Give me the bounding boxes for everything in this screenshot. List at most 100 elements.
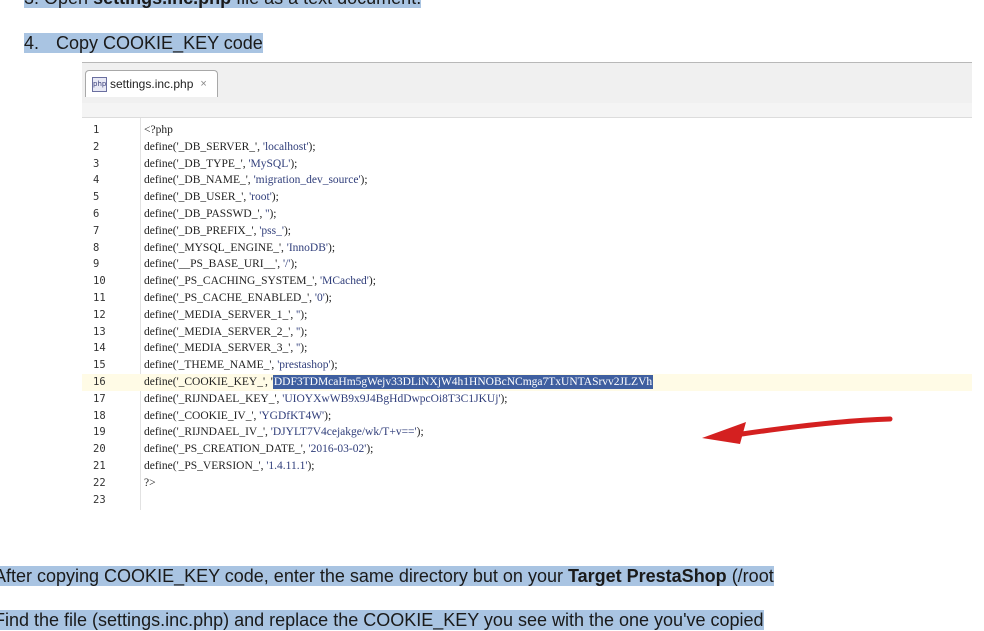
line-number: 21	[93, 460, 106, 472]
code-text: define('_RIJNDAEL_KEY_', 'UIOYXwWB9x9J4B…	[144, 391, 508, 408]
step-text: file as a text document.	[231, 0, 421, 8]
line-number: 6	[93, 208, 100, 220]
code-token: define('	[144, 208, 179, 220]
code-line[interactable]: 3 define('_DB_TYPE_', 'MySQL');	[82, 156, 972, 173]
code-token: );	[360, 174, 368, 187]
line-number: 23	[93, 493, 106, 506]
string-value: 'MySQL'	[248, 157, 291, 170]
arrow-head	[702, 422, 746, 444]
code-line[interactable]: 11 define('_PS_CACHE_ENABLED_', '0');	[82, 290, 972, 307]
code-token: ',	[262, 426, 271, 439]
code-text: define('_RIJNDAEL_IV_', 'DJYLT7V4cejakge…	[144, 424, 424, 441]
constant-name: __PS_BASE_URI__	[178, 258, 276, 271]
code-token: <?php	[144, 124, 173, 136]
string-value: 'root'	[249, 191, 272, 204]
code-line[interactable]: 17 define('_RIJNDAEL_KEY_', 'UIOYXwWB9x9J…	[82, 391, 972, 408]
code-line[interactable]: 4 define('_DB_NAME_', 'migration_dev_sour…	[82, 172, 972, 189]
code-text: ?>	[144, 475, 156, 492]
code-text: define('_MYSQL_ENGINE_', 'InnoDB');	[144, 240, 335, 257]
instruction-paragraph-2: Find the file (settings.inc.php) and rep…	[0, 610, 764, 631]
step-text: Copy COOKIE_KEY code	[56, 33, 263, 53]
string-value: 'migration_dev_source'	[253, 174, 361, 187]
file-name: settings.inc.php	[93, 0, 231, 8]
line-number: 19	[93, 426, 106, 439]
code-text: define('__PS_BASE_URI__', '/');	[144, 256, 297, 273]
line-number: 1	[93, 124, 100, 136]
code-line[interactable]: 7 define('_DB_PREFIX_', 'pss_');	[82, 223, 972, 240]
code-token: );	[324, 409, 332, 422]
code-token: define('	[144, 174, 179, 187]
tab-label: settings.inc.php	[110, 77, 194, 91]
line-number: 5	[93, 191, 100, 204]
string-value: '1.4.11.1'	[266, 460, 308, 472]
string-value: 'InnoDB'	[286, 241, 328, 254]
line-number: 8	[93, 241, 100, 254]
code-token: ', '	[262, 376, 273, 388]
code-token: ?>	[144, 476, 156, 489]
code-token: ',	[275, 258, 283, 271]
code-token: );	[500, 392, 508, 405]
code-text: define('_DB_PASSWD_', '');	[144, 206, 276, 223]
code-line[interactable]: 16 define('_COOKIE_KEY_', 'DDF3TDMcaHm5gW…	[82, 374, 972, 391]
code-line[interactable]: 10 define('_PS_CACHING_SYSTEM_', 'MCached…	[82, 273, 972, 290]
code-token: define('	[144, 191, 179, 204]
paragraph-text: (/root	[726, 566, 774, 586]
code-token: define('	[144, 292, 179, 304]
code-line[interactable]: 22 ?>	[82, 475, 972, 492]
code-text: define('_DB_NAME_', 'migration_dev_sourc…	[144, 172, 368, 189]
line-number: 7	[93, 224, 100, 237]
close-icon[interactable]: ×	[200, 78, 206, 90]
line-number: 2	[93, 140, 100, 153]
php-file-icon: php	[92, 76, 107, 92]
code-text: define('_COOKIE_IV_', 'YGDfKT4W');	[144, 408, 331, 425]
code-line[interactable]: 8 define('_MYSQL_ENGINE_', 'InnoDB');	[82, 240, 972, 257]
line-number: 22	[93, 476, 106, 489]
cookie-key-selection: DDF3TDMcaHm5gWejv33DLiNXjW4h1HNOBcNCmga7…	[272, 375, 654, 389]
code-line[interactable]: 5 define('_DB_USER_', 'root');	[82, 189, 972, 206]
constant-name: _DB_SERVER_	[178, 140, 256, 153]
code-line[interactable]: 13 define('_MEDIA_SERVER_2_', '');	[82, 324, 972, 341]
code-line[interactable]: 1 <?php	[82, 122, 972, 139]
code-token: );	[300, 325, 308, 338]
bold-term: Target PrestaShop	[567, 566, 727, 586]
line-number: 11	[93, 292, 106, 304]
code-text: define('_PS_CREATION_DATE_', '2016-03-02…	[144, 441, 373, 458]
code-line[interactable]: 12 define('_MEDIA_SERVER_1_', '');	[82, 307, 972, 324]
code-token: );	[283, 224, 291, 237]
code-token: ',	[288, 342, 297, 355]
code-line[interactable]: 15 define('_THEME_NAME_', 'prestashop');	[82, 357, 972, 374]
code-token: );	[290, 258, 298, 271]
tab-settings-inc-php[interactable]: php settings.inc.php ×	[85, 70, 218, 97]
instruction-paragraph-1: After copying COOKIE_KEY code, enter the…	[0, 566, 774, 587]
string-value: 'localhost'	[262, 140, 309, 153]
line-number: 18	[93, 409, 106, 422]
code-editor: php settings.inc.php × 1 <?php 2 define('_D…	[82, 62, 972, 510]
code-line[interactable]: 14 define('_MEDIA_SERVER_3_', '');	[82, 340, 972, 357]
code-token: ',	[269, 359, 278, 372]
paragraph-text: After copying COOKIE_KEY code, enter the…	[0, 566, 568, 586]
code-area[interactable]: 1 <?php 2 define('_DB_SERVER_', 'localhost'…	[82, 118, 972, 510]
code-line[interactable]: 9 define('__PS_BASE_URI__', '/');	[82, 256, 972, 273]
code-line[interactable]: 2 define('_DB_SERVER_', 'localhost');	[82, 139, 972, 156]
constant-name: _RIJNDAEL_IV_	[178, 426, 263, 439]
code-token: define('	[144, 392, 179, 405]
step-text: Open	[44, 0, 93, 8]
code-token: ',	[307, 292, 315, 304]
code-token: );	[368, 275, 376, 288]
code-token: ',	[255, 140, 263, 153]
code-line[interactable]: 6 define('_DB_PASSWD_', '');	[82, 206, 972, 223]
editor-toolbar	[82, 103, 972, 118]
code-text: define('_MEDIA_SERVER_2_', '');	[144, 324, 307, 341]
code-line[interactable]: 21 define('_PS_VERSION_', '1.4.11.1');	[82, 458, 972, 475]
code-token: define('	[144, 258, 179, 271]
line-number: 20	[93, 443, 106, 456]
code-line[interactable]: 23	[82, 492, 972, 509]
line-number: 9	[93, 258, 100, 271]
line-number: 12	[93, 308, 106, 321]
code-token: define('	[144, 325, 179, 338]
code-token: define('	[144, 409, 179, 422]
code-token: ',	[288, 308, 297, 321]
constant-name: _COOKIE_KEY_	[178, 376, 263, 388]
code-token: );	[327, 241, 336, 254]
code-token: define('	[144, 460, 179, 472]
